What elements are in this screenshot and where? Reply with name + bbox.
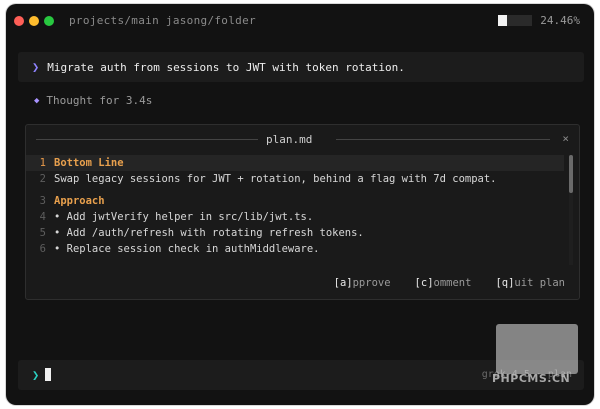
line-text: • Add jwtVerify helper in src/lib/jwt.ts… xyxy=(54,211,314,223)
context-usage-fill xyxy=(498,15,507,26)
plan-content: 1 Bottom Line 2 Swap legacy sessions for… xyxy=(26,155,564,257)
approve-key: [a] xyxy=(333,277,353,289)
header-rule-left xyxy=(36,139,258,140)
quit-plan-action[interactable]: [q] uit plan xyxy=(495,277,565,289)
plan-scrollbar[interactable] xyxy=(569,155,573,265)
line-text: • Add /auth/refresh with rotating refres… xyxy=(54,227,364,239)
header-rule-right xyxy=(336,139,550,140)
line-text: Bottom Line xyxy=(54,157,124,169)
plan-line: 6 • Replace session check in authMiddlew… xyxy=(26,241,564,257)
model-mode-label: grok-4.5 · plan xyxy=(481,369,572,380)
plan-line: 2 Swap legacy sessions for JWT + rotatio… xyxy=(26,171,564,187)
user-prompt: ❯ Migrate auth from sessions to JWT with… xyxy=(18,52,584,82)
close-icon[interactable]: × xyxy=(562,132,569,145)
prompt-chevron-icon: ❯ xyxy=(32,60,40,74)
line-number: 3 xyxy=(39,195,46,207)
thought-duration: Thought for 3.4s xyxy=(46,94,153,107)
approve-action[interactable]: [a] pprove xyxy=(334,277,391,289)
approve-label: pprove xyxy=(352,277,391,289)
diamond-icon: ◆ xyxy=(34,95,40,106)
quit-key: [q] xyxy=(495,277,515,289)
comment-label: omment xyxy=(433,277,472,289)
prompt-text: Migrate auth from sessions to JWT with t… xyxy=(47,60,405,74)
plan-filename: plan.md xyxy=(266,133,313,146)
comment-key: [c] xyxy=(414,277,434,289)
plan-actions: [a] pprove [c] omment [q] uit plan xyxy=(334,277,565,289)
line-text: • Replace session check in authMiddlewar… xyxy=(54,243,320,255)
quit-label: uit plan xyxy=(514,277,565,289)
line-text: Swap legacy sessions for JWT + rotation,… xyxy=(54,173,497,185)
context-usage-label: 24.46% xyxy=(540,14,580,27)
terminal-window: projects/main jasong/folder 24.46% ❯ Mig… xyxy=(6,4,594,405)
line-number: 6 xyxy=(39,243,46,255)
scrollbar-thumb[interactable] xyxy=(569,155,573,193)
thought-indicator[interactable]: ◆ Thought for 3.4s xyxy=(34,94,152,107)
input-chevron-icon: ❯ xyxy=(32,368,40,382)
plan-line: 1 Bottom Line xyxy=(26,155,564,171)
plan-line: 4 • Add jwtVerify helper in src/lib/jwt.… xyxy=(26,209,564,225)
plan-header: plan.md × xyxy=(26,125,579,153)
working-directory-path: projects/main jasong/folder xyxy=(69,14,256,27)
line-number: 1 xyxy=(39,157,46,169)
minimize-window-button[interactable] xyxy=(29,16,39,26)
line-number: 2 xyxy=(39,173,46,185)
line-text: Approach xyxy=(54,195,105,207)
plan-panel: plan.md × 1 Bottom Line 2 Swap legacy se… xyxy=(25,124,580,300)
context-usage: 24.46% xyxy=(498,14,580,27)
input-box[interactable]: ❯ grok-4.5 · plan xyxy=(18,360,584,390)
line-number: 5 xyxy=(39,227,46,239)
context-usage-bar xyxy=(498,15,533,26)
plan-line: 3 Approach xyxy=(26,193,564,209)
plan-line: 5 • Add /auth/refresh with rotating refr… xyxy=(26,225,564,241)
comment-action[interactable]: [c] omment xyxy=(415,277,472,289)
text-cursor xyxy=(45,368,51,381)
title-bar: projects/main jasong/folder 24.46% xyxy=(6,4,594,38)
maximize-window-button[interactable] xyxy=(44,16,54,26)
close-window-button[interactable] xyxy=(14,16,24,26)
line-number: 4 xyxy=(39,211,46,223)
